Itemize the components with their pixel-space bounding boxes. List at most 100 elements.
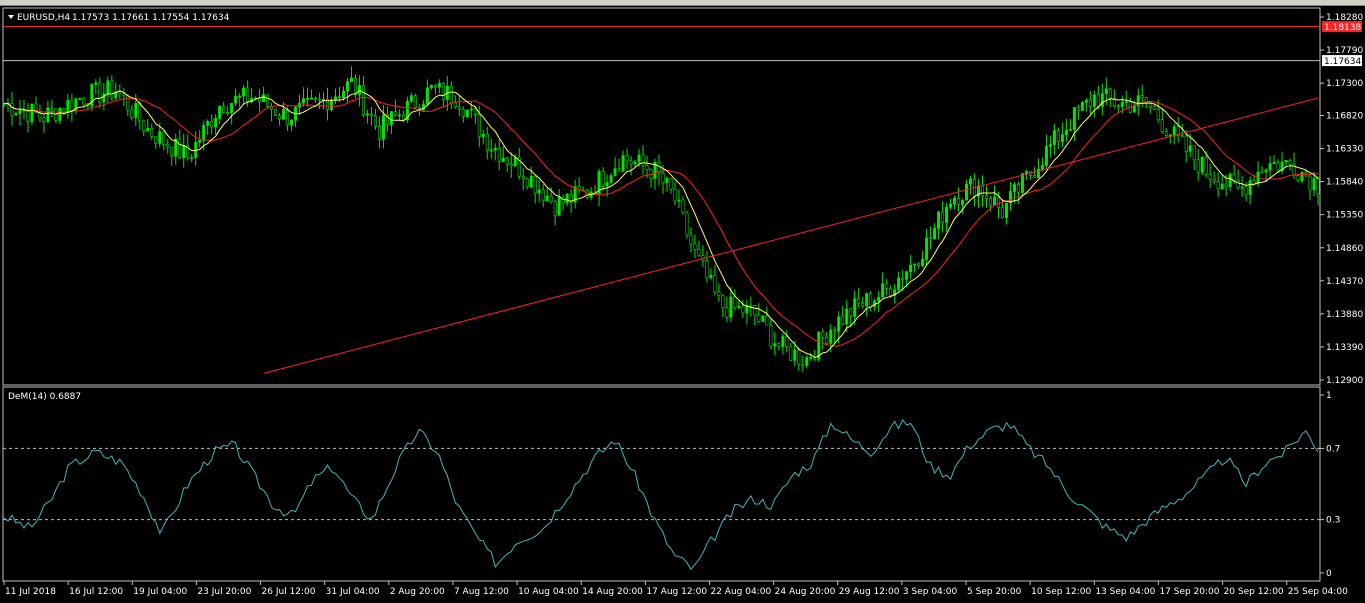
candle-body (897, 277, 901, 291)
candle-body (773, 343, 777, 347)
candle-body (30, 103, 34, 122)
candle-body (1264, 169, 1268, 173)
moving-average-fast (3, 90, 1319, 359)
candle-body (1260, 171, 1264, 174)
price-tick-label: 1.17790 (1326, 46, 1363, 56)
time-tick-label: 29 Aug 12:00 (839, 587, 900, 597)
candle-body (721, 295, 725, 309)
candle-body (921, 259, 925, 266)
time-tick-label: 17 Sep 20:00 (1159, 587, 1219, 597)
candle-body (889, 288, 893, 296)
candle-body (737, 305, 741, 308)
candle-body (14, 113, 18, 116)
candle-body (369, 113, 373, 116)
candle-body (1108, 88, 1112, 99)
candle-body (865, 293, 869, 307)
candle-body (1076, 107, 1080, 111)
candle-body (713, 275, 717, 293)
candle-body (302, 98, 306, 104)
candle-body (146, 128, 150, 132)
candle-body (757, 314, 761, 322)
candle-body (1116, 105, 1120, 107)
candle-body (521, 175, 525, 180)
candle-body (202, 125, 206, 141)
time-axis: 11 Jul 2018 16 Jul 12:00 19 Jul 04:00 23 Ju… (3, 581, 1348, 597)
candle-body (1088, 99, 1092, 107)
time-tick-label: 13 Sep 04:00 (1095, 587, 1155, 597)
candle-body (42, 117, 46, 122)
candle-body (829, 329, 833, 344)
candle-body (885, 283, 889, 289)
dem-axis: 1 0.7 0.3 0 (1320, 391, 1340, 579)
candle-body (1284, 159, 1288, 163)
candle-body (134, 102, 138, 118)
candle-body (937, 211, 941, 229)
candle-body (170, 146, 174, 157)
candle-body (26, 109, 30, 122)
candle-body (1000, 206, 1004, 218)
candle-body (1124, 101, 1128, 104)
candle-body (789, 346, 793, 361)
candle-body (525, 178, 529, 188)
candle-body (957, 197, 961, 205)
candle-body (46, 107, 50, 122)
candle-body (361, 85, 365, 116)
candle-body (349, 77, 353, 82)
ohlc-readout: 1.17573 1.17661 1.17554 1.17634 (72, 13, 230, 23)
candle-body (290, 119, 294, 126)
symbol-title: EURUSD,H4 (17, 13, 70, 23)
candle-body (278, 115, 282, 120)
candle-body (605, 182, 609, 187)
chart-canvas[interactable]: 1.182801.177901.173001.168201.163301.158… (0, 5, 1365, 603)
candle-body (318, 98, 322, 101)
candle-body (234, 95, 238, 104)
candle-body (314, 97, 318, 100)
candle-body (1212, 178, 1216, 183)
candle-body (1132, 105, 1136, 113)
candle-body (1104, 88, 1108, 94)
candle-body (266, 94, 270, 107)
candle-body (286, 109, 290, 126)
candle-body (353, 77, 357, 95)
candle-body (725, 307, 729, 318)
candle-body (333, 96, 337, 101)
candle-body (66, 99, 70, 113)
candle-body (641, 154, 645, 166)
candle-body (1040, 165, 1044, 170)
candle-body (1180, 135, 1184, 137)
candle-body (633, 161, 637, 165)
candle-body (282, 109, 286, 120)
candle-body (166, 143, 170, 148)
candle-body (330, 99, 334, 110)
candle-body (493, 147, 497, 151)
candle-body (433, 84, 437, 88)
candle-body (397, 114, 401, 117)
candle-body (777, 343, 781, 347)
candle-body (845, 308, 849, 325)
time-tick-label: 16 Jul 12:00 (69, 587, 123, 597)
candle-body (1216, 181, 1220, 190)
candle-body (1172, 126, 1176, 135)
candle-body (665, 178, 669, 183)
candle-body (945, 206, 949, 223)
price-tick-label: 1.17300 (1326, 79, 1363, 89)
candle-body (393, 111, 397, 116)
candle-body (853, 298, 857, 317)
price-tick-label: 1.12900 (1326, 376, 1363, 386)
candle-body (1300, 172, 1304, 182)
candle-body (106, 80, 110, 94)
candle-body (1020, 173, 1024, 193)
candle-body (373, 115, 377, 127)
candle-body (429, 84, 433, 89)
candle-body (118, 91, 122, 95)
candle-body (1024, 171, 1028, 174)
support-trendline[interactable] (264, 97, 1319, 374)
candle-body (18, 109, 22, 114)
candle-body (1268, 163, 1272, 171)
candle-body (214, 118, 218, 128)
candle-body (505, 157, 509, 165)
chart-menu-icon[interactable] (8, 15, 14, 19)
candle-body (749, 305, 753, 307)
candle-body (122, 93, 126, 97)
candle-body (689, 234, 693, 245)
